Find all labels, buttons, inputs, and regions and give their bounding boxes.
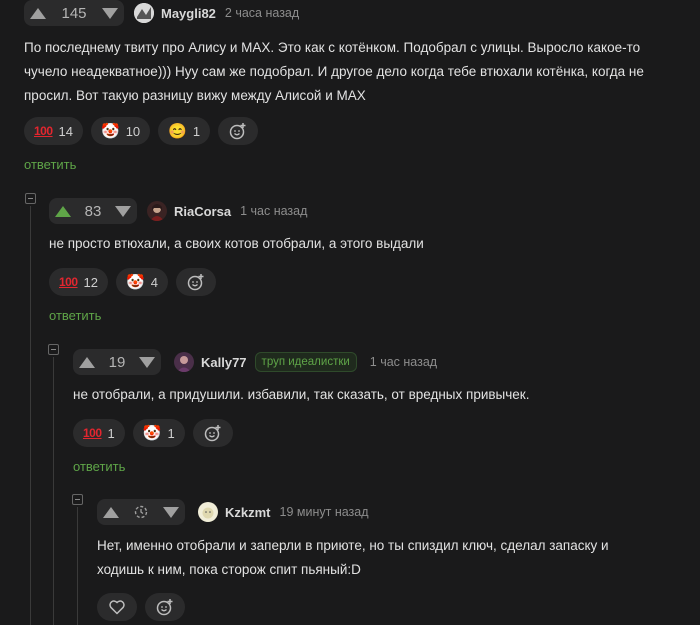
avatar[interactable] [174, 352, 194, 372]
score: 19 [108, 353, 126, 371]
text-line: ходишь к ним, пока сторож спит пьяный:D [97, 562, 361, 577]
author-name[interactable]: Kzkzmt [225, 505, 271, 520]
reaction-count: 1 [192, 123, 201, 139]
reactions-bar: 100 12 🤡 4 [49, 268, 216, 296]
comment-text: не просто втюхали, а своих котов отобрал… [49, 232, 669, 256]
thread-line[interactable] [77, 507, 78, 625]
reaction-hundred[interactable]: 100 12 [49, 268, 108, 296]
reactions-bar: 100 14 🤡 10 😊 1 [24, 117, 259, 145]
text-line: Нет, именно отобрали и заперли в приюте,… [97, 538, 609, 553]
reaction-count: 10 [125, 123, 141, 139]
upvote-icon[interactable] [103, 506, 119, 518]
collapse-thread-button[interactable] [48, 344, 59, 355]
comment-kally77: 19 Kally77 труп идеалистки 1 час назад [73, 349, 673, 375]
avatar[interactable] [134, 3, 154, 23]
add-emoji-icon [187, 274, 204, 291]
hundred-points-icon: 100 [34, 124, 53, 138]
downvote-icon[interactable] [163, 506, 179, 518]
vote-widget: 19 [73, 349, 161, 375]
score: 83 [84, 202, 102, 220]
reply-link[interactable]: ответить [73, 459, 125, 474]
comment-riacorsa: 83 RiaCorsa 1 час назад [49, 198, 679, 224]
add-reaction-button[interactable] [145, 593, 185, 621]
author-name[interactable]: RiaCorsa [174, 204, 231, 219]
add-reaction-button[interactable] [192, 419, 233, 447]
comment-text: Нет, именно отобрали и заперли в приюте,… [97, 534, 677, 582]
comment-maygli82: 145 Maygli82 2 часа назад [24, 0, 684, 26]
score: 145 [61, 4, 87, 22]
add-emoji-icon [204, 425, 221, 442]
smiling-face-icon: 😊 [168, 122, 187, 140]
downvote-icon[interactable] [139, 356, 155, 368]
reaction-clown[interactable]: 🤡 10 [91, 117, 151, 145]
reaction-count: 1 [107, 425, 115, 441]
reaction-hundred[interactable]: 100 1 [73, 419, 125, 447]
hundred-points-icon: 100 [83, 426, 102, 440]
reaction-count: 4 [150, 274, 158, 290]
clown-face-icon: 🤡 [126, 273, 145, 291]
avatar[interactable] [198, 502, 218, 522]
author-name[interactable]: Kally77 [201, 355, 247, 370]
reaction-count: 12 [83, 274, 98, 290]
vote-widget: 83 [49, 198, 137, 224]
reaction-count: 14 [58, 123, 73, 139]
timestamp[interactable]: 1 час назад [370, 355, 437, 369]
heart-icon [109, 600, 125, 615]
vote-widget [97, 499, 185, 525]
clown-face-icon: 🤡 [101, 122, 120, 140]
text-line: не отобрали, а придушили. избавили, так … [73, 387, 530, 402]
text-line: не просто втюхали, а своих котов отобрал… [49, 236, 424, 251]
author-name[interactable]: Maygli82 [161, 6, 216, 21]
reaction-clown[interactable]: 🤡 1 [132, 419, 185, 447]
text-line: чучело неадекватное))) Нуу сам же подобр… [24, 64, 644, 79]
upvote-icon[interactable] [30, 7, 46, 19]
add-emoji-icon [229, 123, 246, 140]
downvote-icon[interactable] [115, 205, 131, 217]
reply-link[interactable]: ответить [49, 308, 101, 323]
collapse-thread-button[interactable] [72, 494, 83, 505]
collapse-thread-button[interactable] [25, 193, 36, 204]
like-button[interactable] [97, 593, 137, 621]
reaction-clown[interactable]: 🤡 4 [116, 268, 168, 296]
reaction-smiling[interactable]: 😊 1 [158, 117, 211, 145]
reactions-bar [97, 593, 185, 621]
upvote-icon[interactable] [79, 356, 95, 368]
vote-widget: 145 [24, 0, 124, 26]
timestamp[interactable]: 19 минут назад [280, 505, 369, 519]
reactions-bar: 100 1 🤡 1 [73, 419, 233, 447]
reply-link[interactable]: ответить [24, 157, 76, 172]
comment-text: По последнему твиту про Алису и MAX. Это… [24, 36, 684, 108]
pending-score-icon [134, 505, 148, 519]
add-reaction-button[interactable] [175, 268, 216, 296]
add-reaction-button[interactable] [218, 117, 259, 145]
thread-line[interactable] [30, 206, 31, 625]
downvote-icon[interactable] [102, 7, 118, 19]
text-line: просил. Вот такую разницу вижу между Али… [24, 88, 366, 103]
clown-face-icon: 🤡 [142, 424, 162, 442]
text-line: По последнему твиту про Алису и MAX. Это… [24, 40, 641, 55]
add-emoji-icon [156, 599, 173, 616]
upvote-icon[interactable] [55, 205, 71, 217]
timestamp[interactable]: 1 час назад [240, 204, 307, 218]
reaction-hundred[interactable]: 100 14 [24, 117, 83, 145]
timestamp[interactable]: 2 часа назад [225, 6, 299, 20]
reaction-count: 1 [167, 425, 175, 441]
comment-kzkzmt: Kzkzmt 19 минут назад [97, 499, 677, 525]
comment-text: не отобрали, а придушили. избавили, так … [73, 383, 673, 407]
thread-line[interactable] [53, 357, 54, 625]
avatar[interactable] [147, 201, 167, 221]
hundred-points-icon: 100 [59, 275, 78, 289]
user-badge: труп идеалистки [254, 352, 357, 372]
